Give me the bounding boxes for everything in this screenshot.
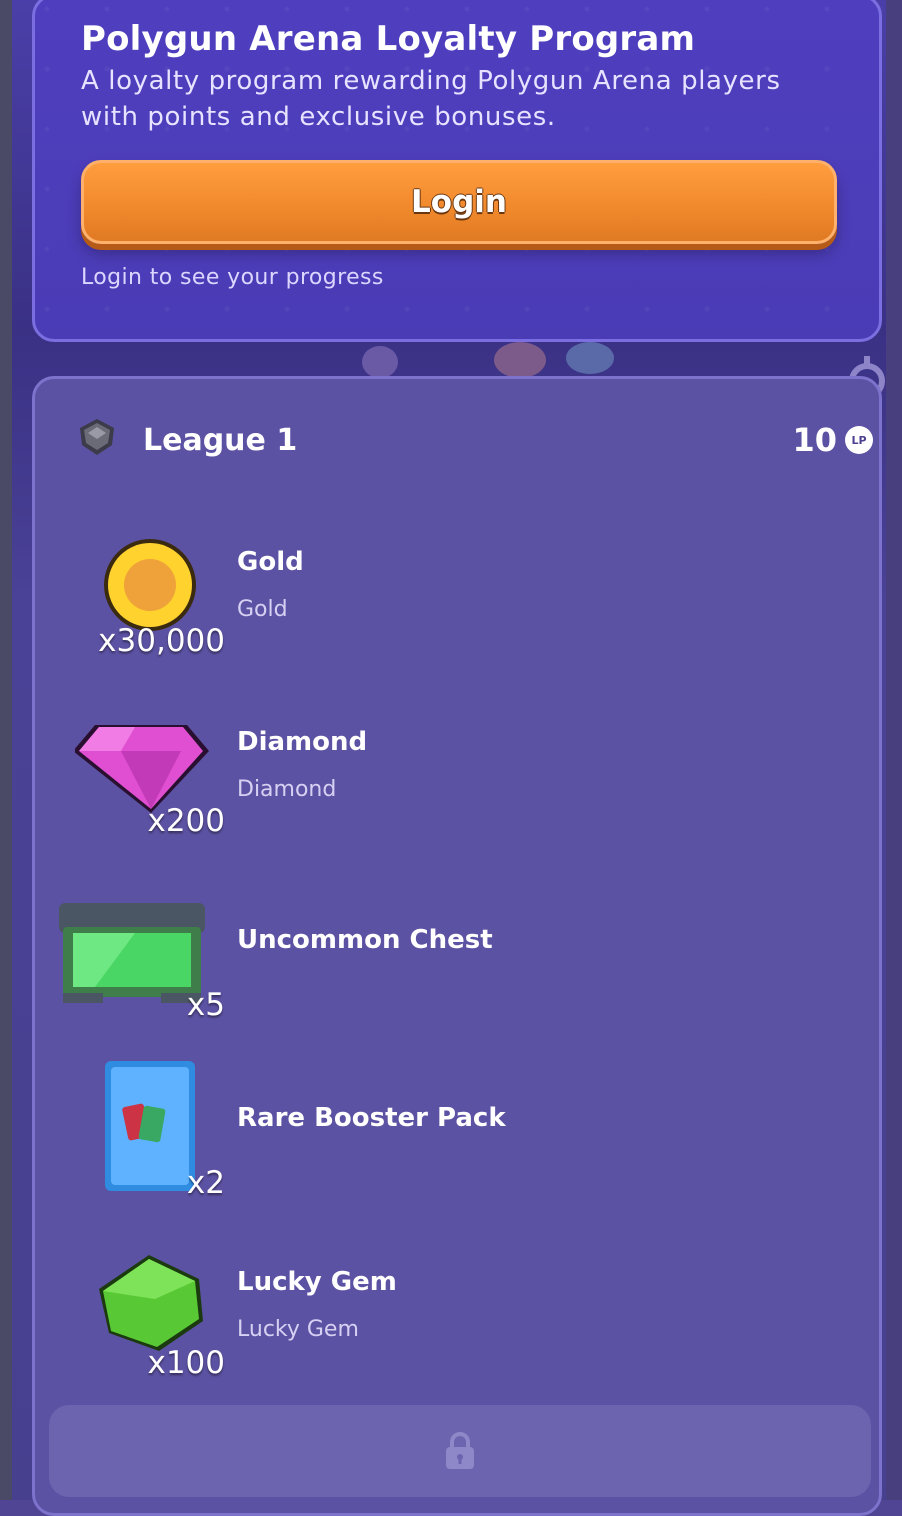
program-card: Polygun Arena Loyalty Program A loyalty … <box>32 0 882 342</box>
reward-name: Diamond <box>237 727 368 757</box>
league-header: League 1 10 LP <box>77 417 873 469</box>
reward-quantity: x100 <box>147 1345 225 1381</box>
left-gutter <box>0 0 12 1500</box>
reward-item: x5 Uncommon Chest <box>55 883 855 1023</box>
lp-badge: LP <box>845 426 873 454</box>
login-button[interactable]: Login <box>81 160 837 244</box>
points-value: 10 <box>792 421 837 459</box>
league-card: League 1 10 LP x30,000 Gold Gold x200 Di… <box>32 376 882 1516</box>
reward-subtitle: Lucky Gem <box>237 1317 359 1342</box>
reward-name: Lucky Gem <box>237 1267 397 1297</box>
reward-item: x100 Lucky Gem Lucky Gem <box>55 1255 855 1395</box>
reward-subtitle: Gold <box>237 597 288 622</box>
reward-subtitle: Diamond <box>237 777 337 802</box>
lock-icon <box>446 1432 474 1469</box>
reward-name: Rare Booster Pack <box>237 1103 506 1133</box>
reward-quantity: x5 <box>186 987 225 1023</box>
reward-quantity: x2 <box>186 1165 225 1201</box>
reward-quantity: x200 <box>147 803 225 839</box>
league-badge-icon <box>80 419 114 455</box>
reward-name: Gold <box>237 547 304 577</box>
characters-decoration <box>362 342 614 378</box>
reward-quantity: x30,000 <box>98 623 225 659</box>
chest-icon <box>59 903 205 1003</box>
program-title: Polygun Arena Loyalty Program <box>81 19 696 59</box>
reward-item: x30,000 Gold Gold <box>55 539 855 679</box>
league-name: League 1 <box>143 423 298 458</box>
reward-item: x2 Rare Booster Pack <box>55 1061 855 1201</box>
right-gutter <box>886 0 902 1500</box>
league-points: 10 LP <box>792 421 873 459</box>
reward-name: Uncommon Chest <box>237 925 493 955</box>
locked-claim-button[interactable] <box>49 1405 871 1497</box>
reward-item: x200 Diamond Diamond <box>55 717 855 857</box>
login-button-label: Login <box>411 184 507 220</box>
progress-hint: Login to see your progress <box>81 265 384 290</box>
program-description: A loyalty program rewarding Polygun Aren… <box>81 66 781 132</box>
